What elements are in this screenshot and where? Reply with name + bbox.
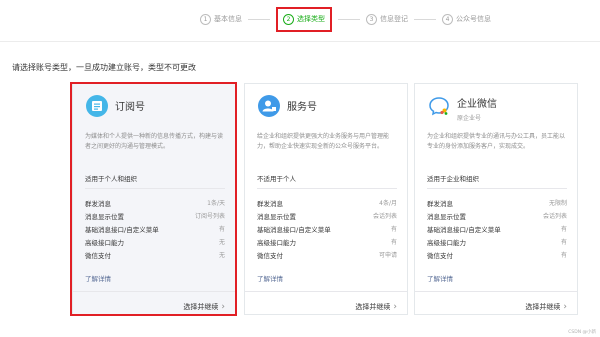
feature-value: 有 <box>560 252 567 259</box>
step-label: 选择类型 <box>297 15 325 23</box>
divider <box>415 291 577 292</box>
feature-name: 消息显示位置 <box>257 213 296 221</box>
select-continue-button[interactable]: 选择并继续 › <box>525 302 567 312</box>
feature-row: 高级接口能力 有 <box>257 237 397 247</box>
card-description: 为企业和组织提供专业的通讯与办公工具，员工能以专业的身份添加服务客户，实现成交。 <box>427 133 566 150</box>
feature-row: 群发消息 4条/月 <box>257 198 397 208</box>
feature-row: 基础消息接口/自定义菜单 有 <box>427 224 567 234</box>
step-number: 2 <box>283 13 294 25</box>
step-separator <box>248 18 270 20</box>
feature-row: 群发消息 无限制 <box>427 198 567 208</box>
feature-value: 有 <box>560 239 567 246</box>
watermark: CSDN @小新 <box>568 330 596 335</box>
feature-row: 微信支付 可申请 <box>257 250 397 260</box>
card-title: 企业微信 <box>457 99 497 110</box>
card-service[interactable]: 服务号 给企业和组织提供更强大的业务服务与用户管理能力，帮助企业快速实现全新的公… <box>244 83 408 315</box>
step-select-type: 2 选择类型 <box>276 6 332 32</box>
selection-highlight <box>70 82 237 316</box>
chevron-right-icon: › <box>393 302 397 312</box>
step-number: 3 <box>366 13 377 25</box>
instruction-text: 请选择账号类型，一旦成功建立账号，类型不可更改 <box>12 63 196 72</box>
step-separator <box>338 18 360 20</box>
card-subtitle: 原企业号 <box>457 115 482 122</box>
feature-name: 高级接口能力 <box>427 239 466 247</box>
feature-value: 会话列表 <box>372 213 397 220</box>
divider <box>257 188 397 189</box>
feature-name: 基础消息接口/自定义菜单 <box>257 226 331 234</box>
step-label: 公众号信息 <box>456 15 491 23</box>
card-applicability: 适用于企业和组织 <box>427 175 479 183</box>
step-number: 4 <box>442 13 453 25</box>
feature-name: 微信支付 <box>257 252 283 260</box>
feature-row: 消息显示位置 会话列表 <box>257 211 397 221</box>
feature-row: 消息显示位置 会话列表 <box>427 211 567 221</box>
select-continue-button[interactable]: 选择并继续 › <box>355 302 397 312</box>
card-title: 服务号 <box>287 102 317 113</box>
feature-value: 有 <box>560 226 567 233</box>
feature-name: 群发消息 <box>427 200 453 208</box>
learn-more-link[interactable]: 了解详情 <box>427 273 453 283</box>
feature-value: 无限制 <box>548 200 567 207</box>
feature-name: 群发消息 <box>257 200 283 208</box>
step-account-info: 4 公众号信息 <box>442 13 491 25</box>
divider <box>427 188 567 189</box>
step-basic-info: 1 基本信息 <box>200 13 242 25</box>
feature-row: 微信支付 有 <box>427 250 567 260</box>
card-applicability: 不适用于个人 <box>257 175 296 183</box>
learn-more-link[interactable]: 了解详情 <box>257 273 283 283</box>
feature-name: 高级接口能力 <box>257 239 296 247</box>
feature-name: 微信支付 <box>427 252 453 260</box>
step-registration: 3 信息登记 <box>366 13 408 25</box>
feature-name: 消息显示位置 <box>427 213 466 221</box>
button-label: 选择并继续 <box>525 303 561 311</box>
step-indicator: 1 基本信息 2 选择类型 3 信息登记 4 公众号信息 <box>200 6 491 32</box>
card-description: 给企业和组织提供更强大的业务服务与用户管理能力，帮助企业快速实现全新的公众号服务… <box>257 133 390 150</box>
divider <box>245 291 407 292</box>
wecom-icon <box>428 95 450 117</box>
feature-value: 会话列表 <box>542 213 567 220</box>
chevron-right-icon: › <box>563 302 567 312</box>
card-wecom[interactable]: 企业微信 原企业号 为企业和组织提供专业的通讯与办公工具，员工能以专业的身份添加… <box>414 83 578 315</box>
feature-value: 可申请 <box>378 252 397 259</box>
feature-row: 高级接口能力 有 <box>427 237 567 247</box>
service-icon <box>258 95 280 117</box>
feature-value: 有 <box>390 226 397 233</box>
step-separator <box>414 18 436 20</box>
feature-value: 4条/月 <box>379 200 397 207</box>
feature-row: 基础消息接口/自定义菜单 有 <box>257 224 397 234</box>
step-label: 基本信息 <box>214 15 242 23</box>
button-label: 选择并继续 <box>355 303 391 311</box>
step-label: 信息登记 <box>380 15 408 23</box>
feature-name: 基础消息接口/自定义菜单 <box>427 226 501 234</box>
step-number: 1 <box>200 13 211 25</box>
feature-value: 有 <box>390 239 397 246</box>
divider <box>0 41 600 42</box>
